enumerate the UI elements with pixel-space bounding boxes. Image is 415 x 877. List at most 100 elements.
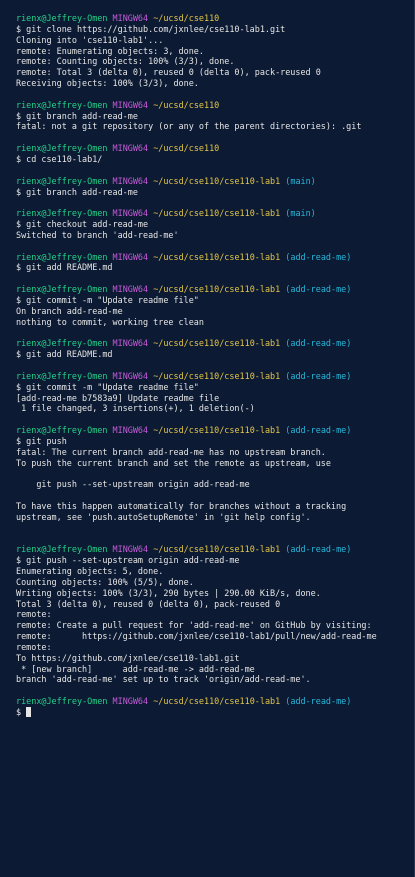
prompt-user: rienx@Jeffrey-Omen [16, 208, 108, 219]
command-text: $ git commit -m "Update readme file" [16, 294, 199, 305]
output-line: remote: Create a pull request for 'add-r… [16, 620, 411, 631]
command-text: $ cd cse110-lab1/ [16, 153, 103, 164]
prompt-line: rienx@Jeffrey-Omen MINGW64 ~/ucsd/cse110 [16, 143, 411, 154]
input-line[interactable]: $ [16, 707, 411, 718]
prompt-host: MINGW64 [112, 370, 149, 381]
output-line: remote: [16, 609, 411, 620]
terminal-window[interactable]: rienx@Jeffrey-Omen MINGW64 ~/ucsd/cse110… [0, 0, 415, 877]
output-line: [add-read-me b7583a9] Update readme file [16, 393, 411, 404]
prompt-line: rienx@Jeffrey-Omen MINGW64 ~/ucsd/cse110… [16, 425, 411, 436]
prompt-path: ~/ucsd/cse110/cse110-lab1 [153, 425, 281, 436]
command-line: $ git commit -m "Update readme file" [16, 382, 411, 393]
output-text: To https://github.com/jxnlee/cse110-lab1… [16, 652, 240, 663]
output-text: Cloning into 'cse110-lab1'... [16, 34, 164, 45]
output-text: branch 'add-read-me' set up to track 'or… [16, 674, 311, 685]
output-text: To have this happen automatically for br… [16, 500, 347, 511]
prompt-host: MINGW64 [112, 425, 149, 436]
output-line: nothing to commit, working tree clean [16, 317, 411, 328]
command-line: $ git add README.md [16, 349, 411, 360]
prompt-branch: (add-read-me) [285, 338, 352, 349]
prompt-branch: (add-read-me) [285, 696, 352, 707]
prompt-path: ~/ucsd/cse110 [153, 143, 220, 154]
output-line: Cloning into 'cse110-lab1'... [16, 35, 411, 46]
prompt-path: ~/ucsd/cse110/cse110-lab1 [153, 338, 281, 349]
output-text: On branch add-read-me [16, 305, 123, 316]
command-text: $ git clone https://github.com/jxnlee/cs… [16, 23, 286, 34]
output-line: 1 file changed, 3 insertions(+), 1 delet… [16, 403, 411, 414]
output-text: remote: Total 3 (delta 0), reused 0 (del… [16, 67, 321, 78]
prompt-line: rienx@Jeffrey-Omen MINGW64 ~/ucsd/cse110 [16, 100, 411, 111]
prompt-host: MINGW64 [112, 13, 149, 23]
terminal-output[interactable]: rienx@Jeffrey-Omen MINGW64 ~/ucsd/cse110… [16, 13, 411, 718]
output-line: remote: Counting objects: 100% (3/3), do… [16, 56, 411, 67]
output-line: Counting objects: 100% (5/5), done. [16, 577, 411, 588]
prompt-branch: (main) [285, 208, 316, 219]
prompt-branch: (add-read-me) [285, 544, 352, 555]
prompt-branch: (add-read-me) [285, 370, 352, 381]
output-line: To https://github.com/jxnlee/cse110-lab1… [16, 653, 411, 664]
prompt-user: rienx@Jeffrey-Omen [16, 425, 108, 436]
prompt-user: rienx@Jeffrey-Omen [16, 696, 108, 707]
output-text: 1 file changed, 3 insertions(+), 1 delet… [16, 403, 255, 414]
output-line: Receiving objects: 100% (3/3), done. [16, 78, 411, 89]
command-text: $ git add README.md [16, 262, 113, 273]
output-text: remote: Create a pull request for 'add-r… [16, 620, 372, 631]
command-text: $ git commit -m "Update readme file" [16, 381, 199, 392]
prompt-user: rienx@Jeffrey-Omen [16, 338, 108, 349]
prompt-line: rienx@Jeffrey-Omen MINGW64 ~/ucsd/cse110… [16, 208, 411, 219]
prompt-path: ~/ucsd/cse110 [153, 13, 220, 23]
output-text: git push --set-upstream origin add-read-… [16, 479, 250, 490]
prompt-host: MINGW64 [112, 251, 149, 262]
command-text: $ git push --set-upstream origin add-rea… [16, 555, 240, 566]
prompt-path: ~/ucsd/cse110/cse110-lab1 [153, 284, 281, 295]
prompt-line: rienx@Jeffrey-Omen MINGW64 ~/ucsd/cse110… [16, 252, 411, 263]
output-line: upstream, see 'push.autoSetupRemote' in … [16, 512, 411, 523]
output-text: fatal: not a git repository (or any of t… [16, 121, 362, 132]
text-cursor[interactable] [26, 707, 32, 717]
output-text: remote: Enumerating objects: 3, done. [16, 45, 204, 56]
output-text: remote: [16, 641, 52, 652]
output-line: Total 3 (delta 0), reused 0 (delta 0), p… [16, 599, 411, 610]
command-line: $ git add README.md [16, 262, 411, 273]
output-line: remote: Total 3 (delta 0), reused 0 (del… [16, 67, 411, 78]
command-line: $ git branch add-read-me [16, 111, 411, 122]
prompt-user: rienx@Jeffrey-Omen [16, 370, 108, 381]
prompt-path: ~/ucsd/cse110/cse110-lab1 [153, 251, 281, 262]
prompt-line: rienx@Jeffrey-Omen MINGW64 ~/ucsd/cse110… [16, 696, 411, 707]
prompt-host: MINGW64 [112, 99, 149, 110]
output-line: fatal: not a git repository (or any of t… [16, 121, 411, 132]
output-text: fatal: The current branch add-read-me ha… [16, 446, 326, 457]
output-text: Receiving objects: 100% (3/3), done. [16, 78, 199, 89]
prompt-user: rienx@Jeffrey-Omen [16, 251, 108, 262]
output-line: remote: Enumerating objects: 3, done. [16, 46, 411, 57]
command-line: $ git clone https://github.com/jxnlee/cs… [16, 24, 411, 35]
prompt-path: ~/ucsd/cse110/cse110-lab1 [153, 370, 281, 381]
output-line: Switched to branch 'add-read-me' [16, 230, 411, 241]
output-line: remote: https://github.com/jxnlee/cse110… [16, 631, 411, 642]
prompt-line: rienx@Jeffrey-Omen MINGW64 ~/ucsd/cse110 [16, 13, 411, 24]
output-text: remote: Counting objects: 100% (3/3), do… [16, 56, 235, 67]
prompt-host: MINGW64 [112, 208, 149, 219]
command-line: $ cd cse110-lab1/ [16, 154, 411, 165]
prompt-user: rienx@Jeffrey-Omen [16, 13, 108, 23]
output-line: To have this happen automatically for br… [16, 501, 411, 512]
prompt-user: rienx@Jeffrey-Omen [16, 99, 108, 110]
command-line: $ git push --set-upstream origin add-rea… [16, 555, 411, 566]
output-line: Enumerating objects: 5, done. [16, 566, 411, 577]
prompt-branch: (add-read-me) [285, 425, 352, 436]
output-line: * [new branch] add-read-me -> add-read-m… [16, 664, 411, 675]
prompt-path: ~/ucsd/cse110 [153, 99, 220, 110]
output-line: To push the current branch and set the r… [16, 458, 411, 469]
command-line: $ git checkout add-read-me [16, 219, 411, 230]
output-text: [add-read-me b7583a9] Update readme file [16, 392, 220, 403]
prompt-path: ~/ucsd/cse110/cse110-lab1 [153, 544, 281, 555]
